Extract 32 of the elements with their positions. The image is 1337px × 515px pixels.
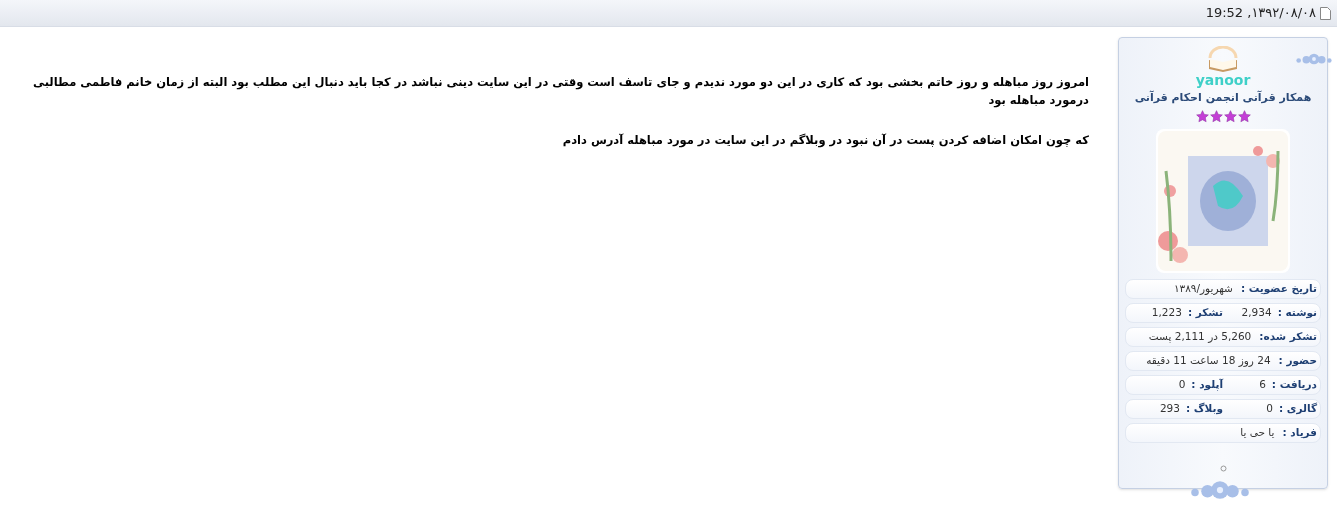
- stat-value: 0: [1266, 400, 1273, 416]
- stat-label: فریاد :: [1282, 424, 1317, 441]
- stat-value: 1,223: [1151, 304, 1182, 320]
- stat-value: 6: [1259, 376, 1266, 392]
- stat-value: یا حی یا: [1240, 424, 1275, 440]
- stat-label: نوشته :: [1277, 304, 1317, 321]
- book-icon: [1206, 46, 1240, 72]
- stat-label: دریافت :: [1271, 376, 1317, 393]
- stat-value: 24 روز 18 ساعت 11 دقیقه: [1146, 352, 1271, 369]
- post-paragraph: امروز روز مباهله و روز خاتم بخشی بود که کاری در این دو مورد ندیدم و جای تاسف است وقتی در این سایت دینی نباشد در کجا باید دنبال این مطلب بود البته از زمان خانم فاطمی مطالبی درمورد مباهله بود: [32, 74, 1089, 109]
- post-paragraph: که چون امکان اضافه کردن پست در آن نبود در وبلاگم در این سایت در مورد مباهله آدرس دادم: [561, 132, 1089, 149]
- stat-label: تشکر شده:: [1259, 328, 1317, 344]
- stat-value: 293: [1159, 400, 1180, 416]
- stat-value: 0: [1178, 376, 1186, 392]
- stat-label: تاریخ عضویت :: [1240, 280, 1317, 297]
- stat-label: حضور :: [1278, 352, 1317, 369]
- star-icon: [1209, 109, 1223, 123]
- stat-label: وبلاگ :: [1185, 400, 1223, 417]
- stat-value: شهریور/۱۳۸۹: [1173, 280, 1233, 297]
- dot-icon: [1219, 464, 1227, 472]
- star-icon: [1223, 109, 1237, 123]
- post-date: ۱۳۹۲/۰۸/۰۸, 19:52: [1205, 4, 1316, 23]
- stat-label: گالری :: [1279, 400, 1317, 417]
- star-icon: [1237, 109, 1251, 123]
- stat-value: 2,934: [1241, 304, 1272, 320]
- stat-label: آپلود :: [1191, 376, 1223, 393]
- user-title: همکار قرآنی انجمن احکام قرآنی: [1134, 90, 1312, 106]
- stat-label: تشکر :: [1187, 304, 1223, 320]
- stat-value: 5,260 در 2,111 پست: [1148, 328, 1252, 345]
- star-icon: [1195, 109, 1209, 123]
- username: yanoor: [1195, 72, 1251, 88]
- document-icon: [1320, 6, 1331, 20]
